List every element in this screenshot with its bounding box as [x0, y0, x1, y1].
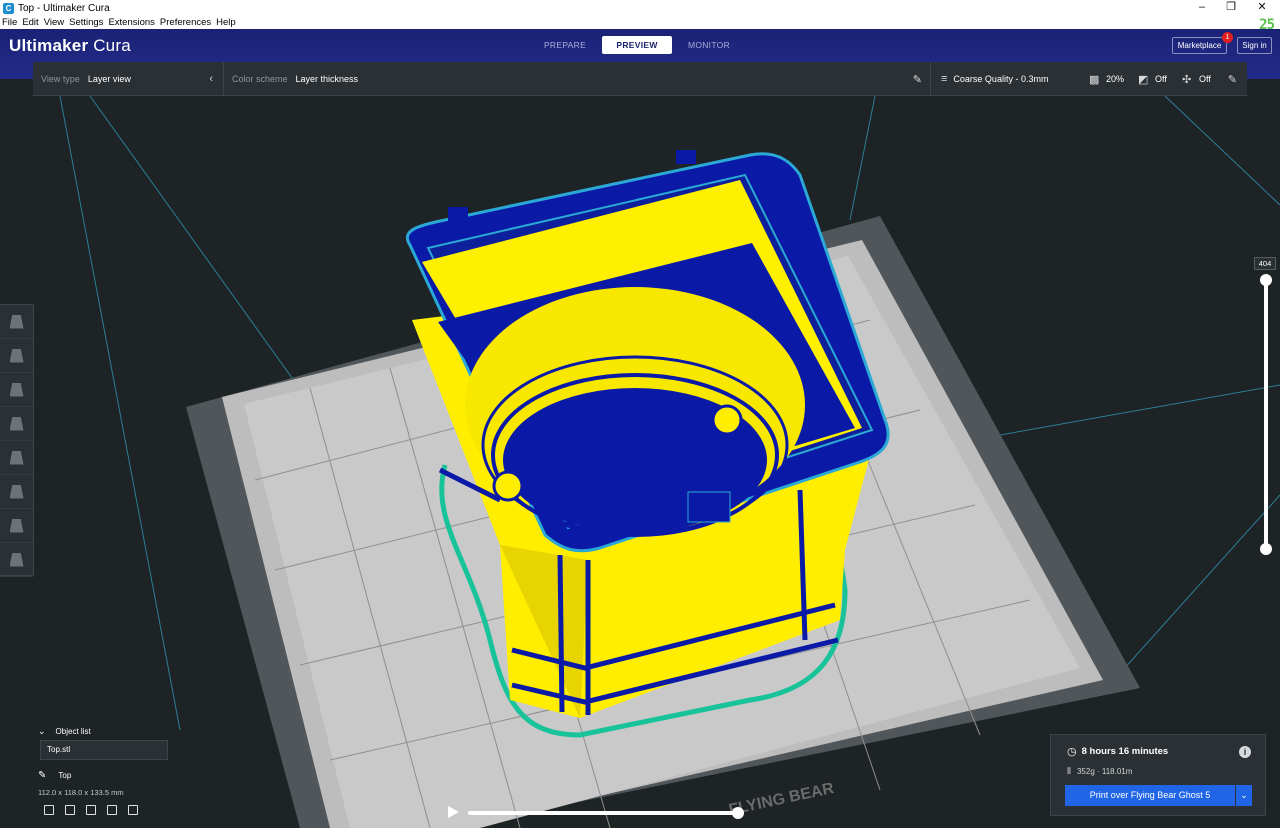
view-type-label: View type [41, 74, 80, 84]
cylinder-tool-button[interactable] [0, 543, 33, 577]
object-name-row[interactable]: ✎ Top [38, 768, 218, 782]
view-type-selector[interactable]: View type Layer view ‹ [33, 62, 224, 96]
print-options-dropdown[interactable]: ⌄ [1236, 785, 1252, 806]
support-value: Off [1155, 74, 1167, 84]
object-dimensions: 112.0 x 118.0 x 133.5 mm [38, 788, 124, 797]
tab-preview[interactable]: PREVIEW [602, 36, 672, 54]
layer-slider-track[interactable] [1264, 276, 1268, 550]
cylinder-icon [9, 552, 24, 567]
menu-extensions[interactable]: Extensions [108, 17, 154, 28]
path-slider-handle[interactable] [732, 807, 744, 819]
chevron-down-icon: ⌄ [38, 725, 46, 736]
menu-help[interactable]: Help [216, 17, 236, 28]
stage-tabs: PREPARE PREVIEW MONITOR [530, 36, 746, 54]
clock-icon: ◷ [1067, 746, 1077, 758]
print-time: ◷ 8 hours 16 minutes [1067, 745, 1168, 758]
rotate-tool-button[interactable] [0, 373, 33, 407]
info-icon[interactable]: i [1239, 746, 1251, 758]
print-settings-selector[interactable]: ≡ Coarse Quality - 0.3mm ▩ 20% ◩ Off ✣ O… [931, 62, 1245, 96]
scale-tool-button[interactable] [0, 339, 33, 373]
tab-prepare[interactable]: PREPARE [530, 36, 600, 54]
mirror-icon [9, 416, 24, 431]
menu-view[interactable]: View [44, 17, 64, 28]
material-usage: ⦀ 352g · 118.01m [1067, 766, 1132, 777]
marketplace-button[interactable]: Marketplace [1172, 37, 1227, 54]
infill-icon: ▩ [1089, 73, 1100, 86]
menu-edit[interactable]: Edit [22, 17, 38, 28]
move-tool-button[interactable] [0, 305, 33, 339]
pencil-icon: ✎ [912, 73, 922, 86]
per-model-settings-icon [9, 450, 24, 465]
support-blocker-button[interactable] [0, 475, 33, 509]
move-icon [9, 314, 24, 329]
rotate-icon [9, 382, 24, 397]
quality-profile-value: Coarse Quality - 0.3mm [953, 74, 1049, 84]
maximize-button[interactable]: ❐ [1216, 0, 1246, 16]
path-slider-track[interactable] [468, 811, 739, 815]
adhesion-value: Off [1199, 74, 1211, 84]
layer-number-field[interactable]: 404 [1254, 257, 1276, 270]
scale-icon [9, 348, 24, 363]
object-list-panel: ⌄ Object list Top.stl ✎ Top 112.0 x 118.… [38, 724, 218, 815]
left-toolbar [0, 304, 34, 577]
pencil-icon: ✎ [1227, 73, 1237, 86]
material-usage-value: 352g · 118.01m [1076, 767, 1133, 776]
right-view-icon[interactable] [128, 805, 138, 815]
filament-icon: ⦀ [1067, 766, 1071, 776]
infill-value: 20% [1106, 74, 1125, 84]
print-summary-panel: ◷ 8 hours 16 minutes i ⦀ 352g · 118.01m … [1050, 734, 1266, 816]
marketplace-notification-badge: 1 [1222, 32, 1233, 43]
object-list-item[interactable]: Top.stl [40, 740, 168, 760]
window-titlebar: C Top - Ultimaker Cura – ❐ ✕ [0, 0, 1280, 16]
3d-viewport[interactable]: FLYING BEAR [0, 96, 1280, 828]
view-toolbar: View type Layer view ‹ Color scheme Laye… [33, 62, 1247, 96]
left-view-icon[interactable] [107, 805, 117, 815]
camera-view-buttons [44, 805, 218, 815]
close-button[interactable]: ✕ [1247, 0, 1277, 16]
menu-settings[interactable]: Settings [69, 17, 103, 28]
print-button[interactable]: Print over Flying Bear Ghost 5 [1065, 785, 1235, 806]
per-model-settings-button[interactable] [0, 441, 33, 475]
adhesion-icon: ✣ [1182, 73, 1192, 86]
cura-window: C Top - Ultimaker Cura – ❐ ✕ File Edit V… [0, 0, 1280, 828]
play-icon[interactable] [448, 806, 459, 818]
menu-preferences[interactable]: Preferences [160, 17, 211, 28]
object-name: Top [58, 770, 72, 780]
color-scheme-value: Layer thickness [295, 74, 359, 84]
menu-file[interactable]: File [2, 17, 17, 28]
cura-app-icon: C [3, 2, 14, 14]
top-view-icon[interactable] [86, 805, 96, 815]
color-scheme-selector[interactable]: Color scheme Layer thickness ✎ [224, 62, 931, 96]
view-type-value: Layer view [87, 74, 131, 84]
layer-slider-bottom-handle[interactable] [1260, 543, 1272, 555]
layer-tool-button[interactable] [0, 509, 33, 543]
chevron-left-icon: ‹ [209, 73, 213, 85]
brand-name-light: Cura [88, 36, 131, 55]
quality-profile-icon: ≡ [941, 73, 948, 85]
support-icon: ◩ [1138, 73, 1149, 86]
sign-in-button[interactable]: Sign in [1237, 37, 1272, 54]
layer-slider-top-handle[interactable] [1260, 274, 1272, 286]
brand-logo: Ultimaker Cura [9, 36, 131, 56]
mirror-tool-button[interactable] [0, 407, 33, 441]
support-blocker-icon [9, 484, 24, 499]
tab-monitor[interactable]: MONITOR [674, 36, 744, 54]
brand-name-bold: Ultimaker [9, 36, 89, 55]
pencil-icon: ✎ [38, 769, 47, 781]
print-time-value: 8 hours 16 minutes [1081, 746, 1169, 757]
chevron-down-icon: ⌄ [1240, 790, 1248, 800]
color-scheme-label: Color scheme [232, 74, 288, 84]
layers-icon [9, 518, 24, 533]
minimize-button[interactable]: – [1187, 0, 1217, 16]
object-list-toggle[interactable]: ⌄ Object list [38, 724, 218, 738]
window-title: Top - Ultimaker Cura [18, 2, 110, 14]
object-list-title: Object list [55, 726, 91, 736]
3d-view-icon[interactable] [44, 805, 54, 815]
front-view-icon[interactable] [65, 805, 75, 815]
menu-bar: File Edit View Settings Extensions Prefe… [0, 16, 1280, 29]
